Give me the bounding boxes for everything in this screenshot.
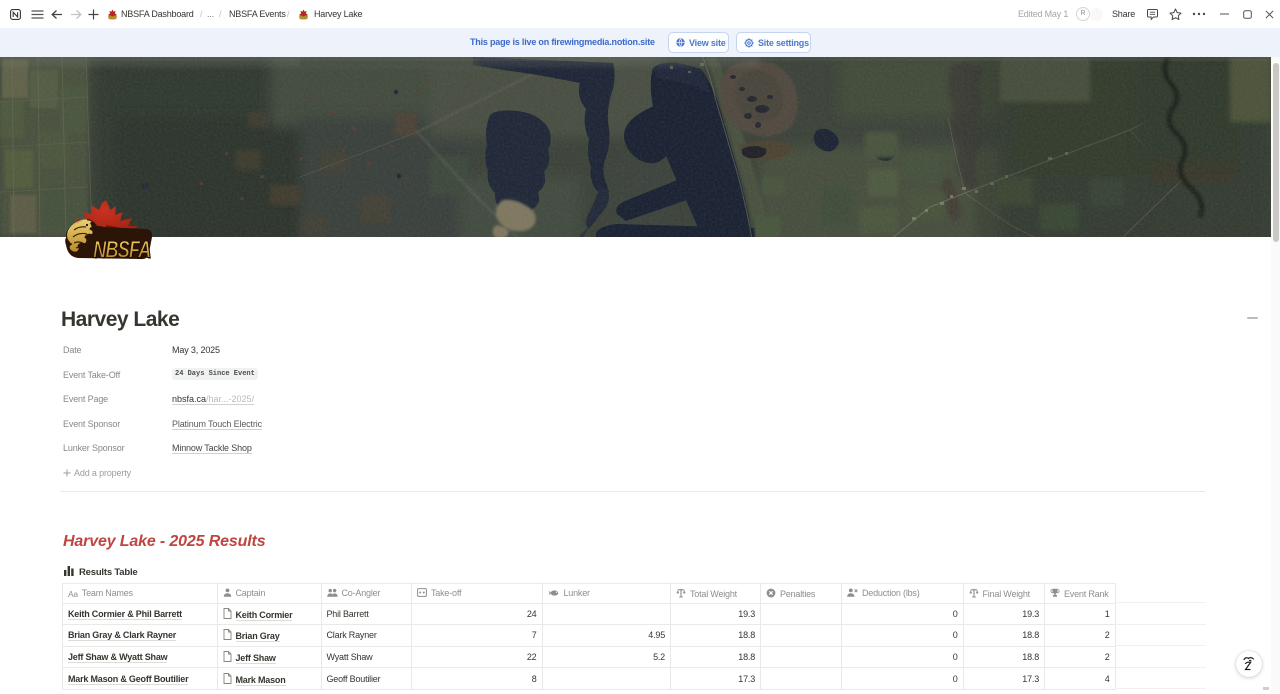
svg-text:NBSFA: NBSFA	[93, 236, 150, 263]
